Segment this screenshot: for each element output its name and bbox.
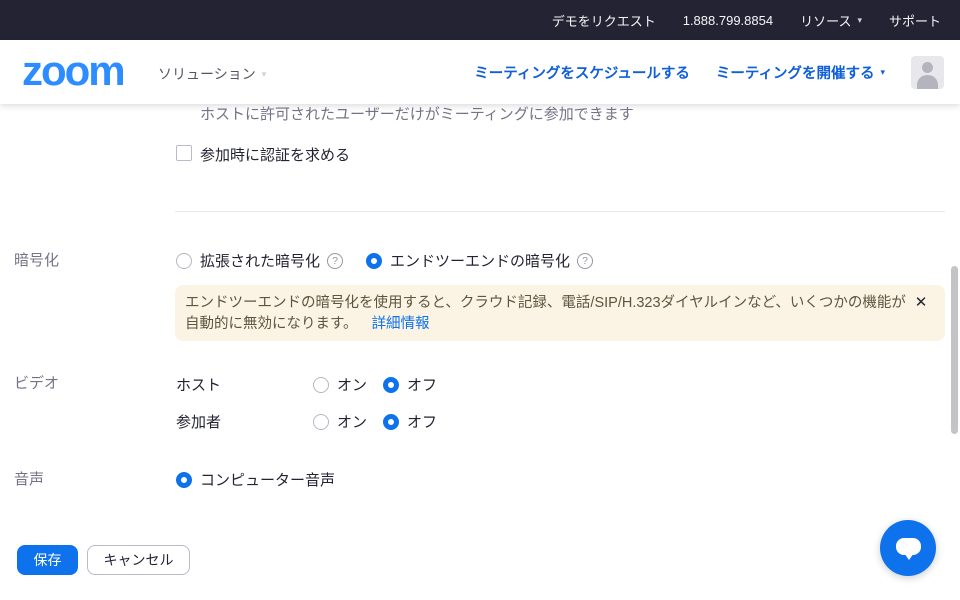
chat-bubble-icon <box>896 538 921 555</box>
waiting-room-description: ホストに許可されたユーザーだけがミーティングに参加できます <box>200 103 634 124</box>
top-utility-bar: デモをリクエスト 1.888.799.8854 リソース ▾ サポート <box>0 0 960 40</box>
enhanced-encryption-label: 拡張された暗号化 <box>200 250 320 271</box>
authentication-checkbox[interactable] <box>176 145 192 161</box>
computer-audio-radio[interactable] <box>176 472 192 488</box>
e2e-warning-banner: エンドツーエンドの暗号化を使用すると、クラウド記録、電話/SIP/H.323ダイ… <box>175 285 945 341</box>
close-icon[interactable]: ✕ <box>911 293 931 313</box>
host-meeting-menu[interactable]: ミーティングを開催する ▾ <box>716 62 885 83</box>
profile-avatar[interactable] <box>911 56 944 89</box>
phone-number-link[interactable]: 1.888.799.8854 <box>683 13 773 28</box>
schedule-meeting-link[interactable]: ミーティングをスケジュールする <box>474 62 690 83</box>
chevron-down-icon: ▾ <box>880 68 885 77</box>
video-host-off-radio[interactable] <box>383 377 399 393</box>
video-participant-off-radio[interactable] <box>383 414 399 430</box>
video-host-on-label: オン <box>337 374 383 395</box>
help-icon[interactable]: ? <box>577 253 593 269</box>
request-demo-link[interactable]: デモをリクエスト <box>552 11 656 30</box>
save-button[interactable]: 保存 <box>17 545 78 575</box>
e2e-warning-line1: エンドツーエンドの暗号化を使用すると、クラウド記録、電話/SIP/H.323ダイ… <box>185 293 935 314</box>
encryption-section-label: 暗号化 <box>14 249 59 270</box>
video-participant-on-radio[interactable] <box>313 414 329 430</box>
learn-more-link[interactable]: 詳細情報 <box>372 316 430 332</box>
e2e-warning-line2: 自動的に無効になります。詳細情報 <box>185 314 935 335</box>
video-host-on-radio[interactable] <box>313 377 329 393</box>
support-link[interactable]: サポート <box>889 11 941 30</box>
avatar-person-icon <box>917 75 938 89</box>
video-participant-label: 参加者 <box>176 411 313 432</box>
help-icon[interactable]: ? <box>327 253 343 269</box>
video-participant-on-label: オン <box>337 411 383 432</box>
e2e-encryption-option[interactable]: エンドツーエンドの暗号化 ? <box>366 250 593 271</box>
authentication-checkbox-label: 参加時に認証を求める <box>200 144 350 165</box>
e2e-encryption-radio[interactable] <box>366 253 382 269</box>
cancel-button[interactable]: キャンセル <box>87 545 190 575</box>
resources-menu[interactable]: リソース ▾ <box>800 11 862 30</box>
chevron-down-icon: ▾ <box>857 16 862 25</box>
video-host-label: ホスト <box>176 374 313 395</box>
resources-label: リソース <box>800 11 851 30</box>
video-host-row: ホスト オン オフ <box>176 374 437 395</box>
solutions-label: ソリューション <box>158 64 256 84</box>
enhanced-encryption-option[interactable]: 拡張された暗号化 ? <box>176 250 343 271</box>
solutions-menu[interactable]: ソリューション ▾ <box>158 64 266 84</box>
vertical-scrollbar[interactable] <box>951 266 958 434</box>
avatar-person-icon <box>922 62 933 73</box>
e2e-encryption-label: エンドツーエンドの暗号化 <box>390 250 570 271</box>
main-header: zoom ソリューション ▾ ミーティングをスケジュールする ミーティングを開催… <box>0 40 960 104</box>
audio-section-label: 音声 <box>14 468 44 489</box>
zoom-meeting-settings-page: デモをリクエスト 1.888.799.8854 リソース ▾ サポート zoom… <box>0 0 960 600</box>
chevron-down-icon: ▾ <box>262 70 267 79</box>
enhanced-encryption-radio[interactable] <box>176 253 192 269</box>
header-right: ミーティングをスケジュールする ミーティングを開催する ▾ <box>474 40 944 104</box>
video-section-label: ビデオ <box>14 372 59 393</box>
chat-support-button[interactable] <box>880 520 936 576</box>
video-participant-off-label: オフ <box>407 411 437 432</box>
section-divider <box>175 211 945 212</box>
video-host-off-label: オフ <box>407 374 437 395</box>
zoom-logo[interactable]: zoom <box>22 48 124 94</box>
video-participant-row: 参加者 オン オフ <box>176 411 437 432</box>
e2e-warning-line2-text: 自動的に無効になります。 <box>185 316 358 332</box>
host-meeting-label: ミーティングを開催する <box>716 62 875 83</box>
computer-audio-label: コンピューター音声 <box>200 469 335 490</box>
computer-audio-option[interactable]: コンピューター音声 <box>176 469 335 490</box>
